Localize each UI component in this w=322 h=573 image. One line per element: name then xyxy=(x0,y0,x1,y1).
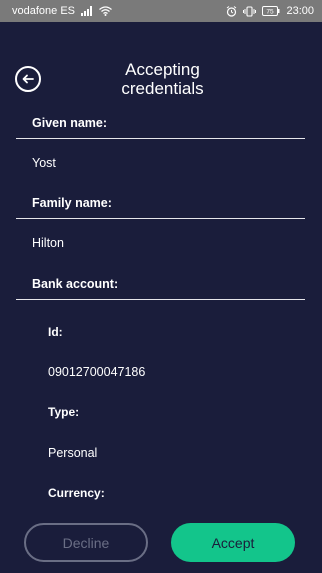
account-id-value: 09012700047186 xyxy=(48,365,146,379)
carrier-name: vodafone ES xyxy=(12,5,75,17)
family-name-value: Hilton xyxy=(32,236,64,250)
decline-button[interactable]: Decline xyxy=(24,523,148,562)
back-button[interactable] xyxy=(15,66,41,92)
account-currency-label: Currency: xyxy=(48,486,105,500)
signal-icon xyxy=(81,6,92,16)
status-bar: vodafone ES 75 23:00 xyxy=(0,0,322,22)
given-name-value: Yost xyxy=(32,156,56,170)
given-name-label: Given name: xyxy=(32,116,108,130)
arrow-left-icon xyxy=(22,74,34,84)
account-type-label: Type: xyxy=(48,405,80,419)
page-header: Accepting credentials xyxy=(0,58,322,100)
battery-icon: 75 xyxy=(262,6,280,16)
vibrate-icon xyxy=(243,5,257,17)
bank-account-label: Bank account: xyxy=(32,277,119,291)
account-id-label: Id: xyxy=(48,325,63,339)
battery-level: 75 xyxy=(267,9,275,16)
page-title: Accepting credentials xyxy=(121,60,204,98)
family-name-label: Family name: xyxy=(32,196,112,210)
wifi-icon xyxy=(99,6,112,16)
accept-button[interactable]: Accept xyxy=(171,523,295,562)
divider xyxy=(16,299,305,300)
credentials-list[interactable]: Given name: Yost Family name: Hilton Ban… xyxy=(0,110,322,510)
status-left: vodafone ES xyxy=(12,5,226,17)
alarm-icon xyxy=(227,5,237,17)
account-type-value: Personal xyxy=(48,446,98,460)
action-bar: Decline Accept xyxy=(0,510,322,573)
divider xyxy=(16,138,305,139)
status-right: 75 23:00 xyxy=(226,5,314,17)
clock: 23:00 xyxy=(286,5,314,17)
divider xyxy=(16,218,305,219)
